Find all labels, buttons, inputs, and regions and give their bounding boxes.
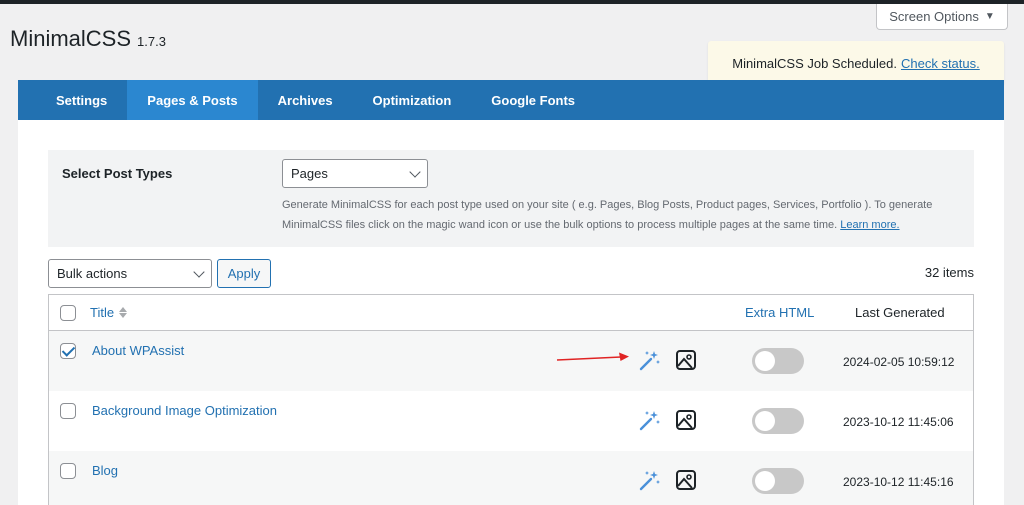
- post-types-label: Select Post Types: [62, 166, 173, 181]
- bulk-actions-select[interactable]: Bulk actions: [48, 259, 212, 288]
- magic-wand-icon[interactable]: [637, 349, 661, 373]
- toggle-knob: [755, 471, 775, 491]
- tab-archives[interactable]: Archives: [258, 80, 353, 120]
- tab-settings[interactable]: Settings: [18, 80, 127, 120]
- plugin-version: 1.7.3: [137, 34, 166, 49]
- post-type-selected: Pages: [291, 166, 328, 181]
- sort-icon: [119, 307, 128, 318]
- extra-html-toggle[interactable]: [752, 408, 804, 434]
- tab-bar: Settings Pages & Posts Archives Optimiza…: [18, 80, 1004, 120]
- last-generated-column-header: Last Generated: [855, 305, 945, 320]
- post-type-select[interactable]: Pages: [282, 159, 428, 188]
- check-status-link[interactable]: Check status.: [901, 56, 980, 71]
- magic-wand-icon[interactable]: [637, 469, 661, 493]
- image-icon[interactable]: [675, 409, 697, 431]
- row-checkbox[interactable]: [60, 463, 76, 479]
- plugin-name: MinimalCSS: [10, 26, 132, 51]
- last-generated-value: 2023-10-12 11:45:06: [843, 415, 954, 429]
- extra-html-column-header[interactable]: Extra HTML: [745, 305, 814, 320]
- post-types-box: Select Post Types Pages Generate Minimal…: [48, 150, 974, 247]
- tab-pages-posts[interactable]: Pages & Posts: [127, 80, 258, 120]
- last-generated-value: 2024-02-05 10:59:12: [843, 355, 955, 369]
- row-title-link[interactable]: Blog: [92, 463, 118, 478]
- content-panel: Select Post Types Pages Generate Minimal…: [18, 120, 1004, 505]
- description-text: Generate MinimalCSS for each post type u…: [282, 199, 933, 231]
- toggle-knob: [755, 351, 775, 371]
- table-row: About WPAssist 2024-02-05 10:59:12: [49, 331, 973, 391]
- tab-optimization[interactable]: Optimization: [353, 80, 472, 120]
- annotation-arrow-icon: [556, 352, 629, 361]
- caret-down-icon: ▼: [984, 11, 995, 22]
- table-header: Title Extra HTML Last Generated: [49, 295, 973, 331]
- chevron-down-icon: [409, 165, 421, 178]
- posts-table: Title Extra HTML Last Generated About WP…: [48, 294, 974, 505]
- notice-text: MinimalCSS Job Scheduled.: [732, 55, 897, 71]
- title-header-label: Title: [90, 305, 115, 320]
- table-row: Blog 2023-10-12 11:45:16: [49, 451, 973, 505]
- learn-more-link[interactable]: Learn more.: [840, 219, 899, 231]
- image-icon[interactable]: [675, 469, 697, 491]
- screen-options-button[interactable]: Screen Options ▼: [876, 4, 1008, 30]
- magic-wand-icon[interactable]: [637, 409, 661, 433]
- select-all-checkbox[interactable]: [60, 305, 76, 321]
- items-count: 32 items: [924, 265, 974, 280]
- row-checkbox[interactable]: [60, 403, 76, 419]
- page-title: MinimalCSS 1.7.3: [10, 26, 166, 52]
- extra-html-toggle[interactable]: [752, 348, 804, 374]
- row-title-link[interactable]: Background Image Optimization: [92, 403, 277, 418]
- extra-html-toggle[interactable]: [752, 468, 804, 494]
- toggle-knob: [755, 411, 775, 431]
- job-scheduled-notice: MinimalCSS Job Scheduled. Check status.: [708, 41, 1004, 85]
- table-row: Background Image Optimization 2023-10-12…: [49, 391, 973, 451]
- screen-options-label: Screen Options: [889, 9, 979, 24]
- apply-button[interactable]: Apply: [217, 259, 271, 288]
- title-column-header[interactable]: Title: [90, 305, 128, 320]
- row-checkbox[interactable]: [60, 343, 76, 359]
- bulk-actions-selected: Bulk actions: [57, 266, 128, 281]
- tab-google-fonts[interactable]: Google Fonts: [471, 80, 595, 120]
- post-types-description: Generate MinimalCSS for each post type u…: [282, 195, 962, 235]
- admin-top-bar: [0, 0, 1024, 4]
- image-icon[interactable]: [675, 349, 697, 371]
- last-generated-value: 2023-10-12 11:45:16: [843, 475, 954, 489]
- row-title-link[interactable]: About WPAssist: [92, 343, 184, 358]
- chevron-down-icon: [193, 265, 205, 278]
